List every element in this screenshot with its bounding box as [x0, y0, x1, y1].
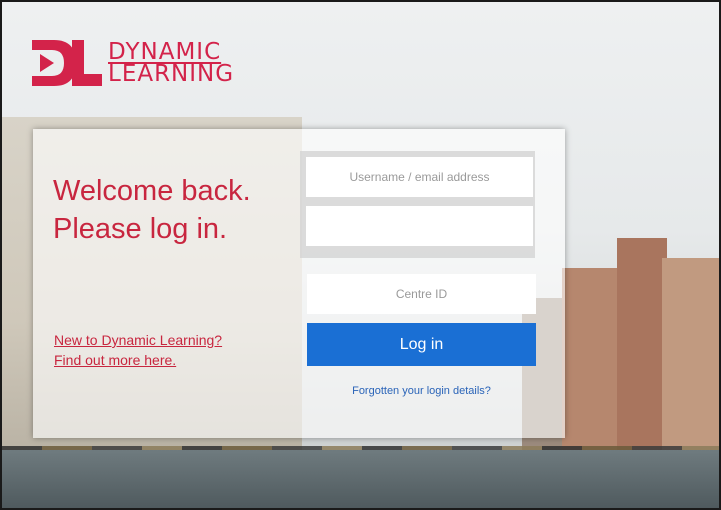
password-input[interactable]	[306, 206, 533, 246]
forgot-login-link[interactable]: Forgotten your login details?	[307, 385, 536, 397]
credentials-group	[300, 151, 535, 258]
logo-text-learning: LEARNING	[108, 61, 235, 87]
new-user-link-line-1[interactable]: New to Dynamic Learning?	[54, 330, 222, 350]
logo-text-dynamic: DYNAMIC	[108, 39, 222, 65]
new-user-link[interactable]: New to Dynamic Learning? Find out more h…	[54, 330, 222, 370]
welcome-line-2: Please log in.	[53, 213, 228, 245]
welcome-line-1: Welcome back.	[53, 175, 251, 207]
dynamic-learning-logo: DYNAMIC LEARNING	[32, 40, 234, 86]
username-input[interactable]	[306, 157, 533, 197]
welcome-heading: Welcome back. Please log in.	[53, 172, 251, 248]
login-panel: Welcome back. Please log in. New to Dyna…	[33, 129, 565, 438]
logo-mark-icon	[32, 40, 102, 86]
login-button[interactable]: Log in	[307, 323, 536, 366]
new-user-link-line-2[interactable]: Find out more here.	[54, 350, 222, 370]
centre-id-input[interactable]	[307, 274, 536, 314]
